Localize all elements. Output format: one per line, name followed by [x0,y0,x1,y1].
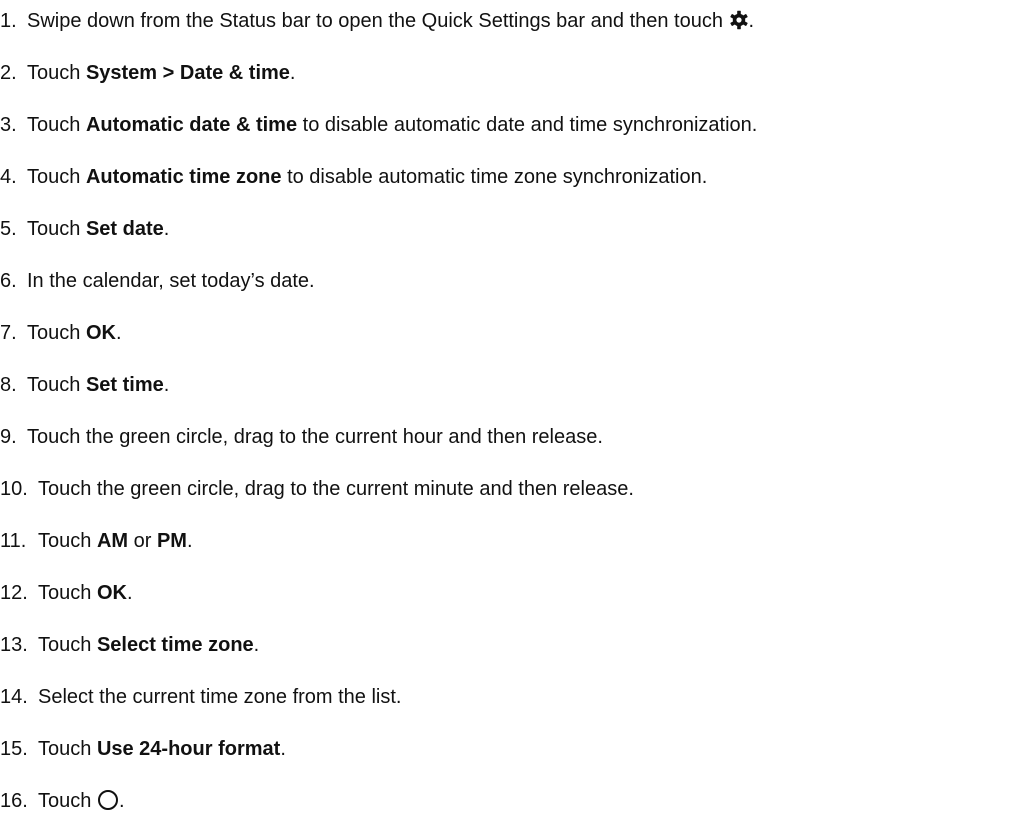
step-text: Select the current time zone from the li… [38,686,402,708]
step-text: Touch Set date. [27,218,170,240]
step-number: 12. [0,582,28,604]
step-number: 15. [0,738,28,760]
step-text: Swipe down from the Status bar to open t… [27,10,755,32]
step-text: Touch Automatic date & time to disable a… [27,114,758,136]
step-text: Touch Set time. [27,374,170,396]
step-14: 14. Select the current time zone from th… [0,671,1026,723]
step-text: Touch System > Date & time. [27,62,296,84]
step-number: 1. [0,10,17,32]
step-number: 3. [0,114,17,136]
step-13: 13. Touch Select time zone. [0,619,1026,671]
step-number: 8. [0,374,17,396]
step-number: 13. [0,634,28,656]
step-text: Touch the green circle, drag to the curr… [27,426,603,448]
step-text: In the calendar, set today’s date. [27,270,315,292]
step-text: Touch Use 24-hour format. [38,738,286,760]
step-number: 9. [0,426,17,448]
step-text: Touch OK. [27,322,122,344]
step-text: Touch Select time zone. [38,634,260,656]
step-number: 5. [0,218,17,240]
step-number: 10. [0,478,28,500]
step-12: 12. Touch OK. [0,567,1026,619]
step-number: 2. [0,62,17,84]
step-16: 16. Touch . [0,775,1026,827]
step-number: 7. [0,322,17,344]
step-text: Touch the green circle, drag to the curr… [38,478,634,500]
step-number: 16. [0,790,28,812]
home-circle-icon [97,789,119,811]
step-number: 11. [0,530,27,552]
step-2: 2. Touch System > Date & time. [0,47,1026,99]
gear-icon [729,10,749,30]
step-3: 3. Touch Automatic date & time to disabl… [0,99,1026,151]
step-number: 4. [0,166,17,188]
step-4: 4. Touch Automatic time zone to disable … [0,151,1026,203]
step-7: 7. Touch OK. [0,307,1026,359]
step-number: 14. [0,686,28,708]
step-text: Touch AM or PM. [38,530,193,552]
step-text: Touch Automatic time zone to disable aut… [27,166,708,188]
step-15: 15. Touch Use 24-hour format. [0,723,1026,775]
step-text: Touch OK. [38,582,133,604]
step-1: 1. Swipe down from the Status bar to ope… [0,0,1026,47]
step-5: 5. Touch Set date. [0,203,1026,255]
step-number: 6. [0,270,17,292]
step-9: 9. Touch the green circle, drag to the c… [0,411,1026,463]
step-8: 8. Touch Set time. [0,359,1026,411]
instruction-steps: 1. Swipe down from the Status bar to ope… [0,0,1026,827]
step-11: 11. Touch AM or PM. [0,515,1026,567]
step-10: 10. Touch the green circle, drag to the … [0,463,1026,515]
step-6: 6. In the calendar, set today’s date. [0,255,1026,307]
step-text: Touch . [38,789,125,812]
